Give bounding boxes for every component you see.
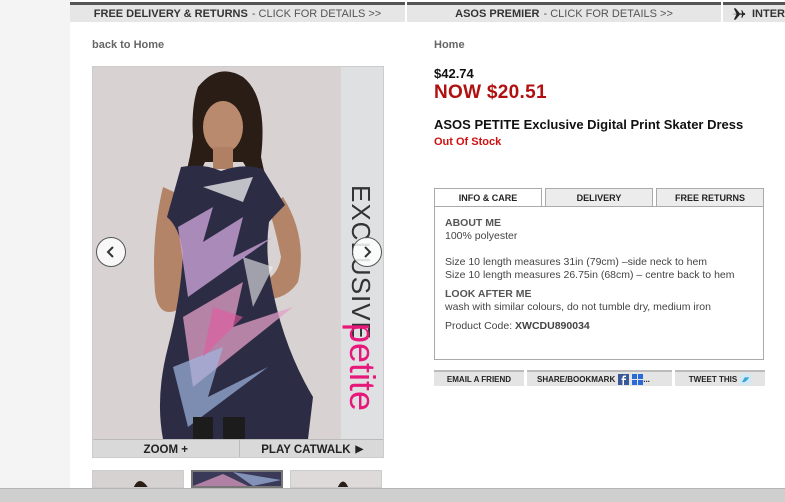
product-code-value: XWCDU890034 <box>515 320 590 332</box>
tab-free-returns[interactable]: FREE RETURNS <box>656 188 764 206</box>
info-care-panel: ABOUT ME 100% polyester Size 10 length m… <box>434 206 764 360</box>
play-catwalk-label: PLAY CATWALK <box>261 443 351 456</box>
thumbnail-photo <box>291 471 381 487</box>
bookmark-more: ... <box>643 374 650 384</box>
bookmark-label: SHARE/BOOKMARK <box>537 374 616 384</box>
tab-delivery[interactable]: DELIVERY <box>545 188 653 206</box>
thumbnail-strip <box>92 470 382 488</box>
windows-icon <box>632 373 644 385</box>
facebook-icon <box>618 373 630 385</box>
thumbnail-photo <box>93 471 183 487</box>
promo-accent-bar <box>90 2 195 5</box>
play-icon: ▶ <box>355 444 364 455</box>
image-controls: ZOOM + PLAY CATWALK ▶ <box>93 439 384 457</box>
promo-premier-label: ASOS PREMIER <box>455 7 540 20</box>
about-heading: ABOUT ME <box>445 217 501 229</box>
sale-price: NOW $20.51 <box>434 82 547 103</box>
horizontal-scrollbar[interactable] <box>0 488 785 502</box>
share-bar: EMAIL A FRIEND SHARE/BOOKMARK ... TWEET … <box>434 370 765 386</box>
share-bookmark-button[interactable]: SHARE/BOOKMARK ... <box>527 370 672 386</box>
size-text-1: Size 10 length measures 31in (79cm) –sid… <box>445 256 708 268</box>
airplane-icon <box>731 7 746 20</box>
tab-info-care[interactable]: INFO & CARE <box>434 188 542 207</box>
breadcrumb-home[interactable]: Home <box>434 39 465 51</box>
size-text-2: Size 10 length measures 26.75in (68cm) –… <box>445 269 735 281</box>
promo-delivery-cta: - CLICK FOR DETAILS >> <box>251 7 382 20</box>
promo-bar: FREE DELIVERY & RETURNS - CLICK FOR DETA… <box>70 0 785 24</box>
stock-status: Out Of Stock <box>434 136 502 148</box>
material-text: 100% polyester <box>445 230 518 242</box>
product-code-label: Product Code: <box>445 320 513 332</box>
free-delivery-promo[interactable]: FREE DELIVERY & RETURNS - CLICK FOR DETA… <box>70 2 405 22</box>
original-price: $42.74 <box>434 66 474 81</box>
chevron-right-icon <box>364 246 372 258</box>
zoom-label: ZOOM + <box>143 443 188 456</box>
email-label: EMAIL A FRIEND <box>446 374 512 384</box>
international-promo[interactable]: INTER <box>723 2 785 22</box>
twitter-icon <box>740 373 752 385</box>
email-a-friend-button[interactable]: EMAIL A FRIEND <box>434 370 524 386</box>
zoom-button[interactable]: ZOOM + <box>93 440 239 457</box>
asos-premier-promo[interactable]: ASOS PREMIER - CLICK FOR DETAILS >> <box>407 2 721 22</box>
promo-intl-label: INTER <box>752 7 785 20</box>
product-photo <box>93 67 341 439</box>
back-to-home-link[interactable]: back to Home <box>92 39 164 51</box>
thumbnail-image[interactable] <box>92 470 184 488</box>
care-heading: LOOK AFTER ME <box>445 288 532 300</box>
next-image-button[interactable] <box>352 237 382 267</box>
promo-delivery-label: FREE DELIVERY & RETURNS <box>93 7 248 20</box>
promo-premier-cta: - CLICK FOR DETAILS >> <box>543 7 673 20</box>
tweet-this-button[interactable]: TWEET THIS <box>675 370 765 386</box>
care-text: wash with similar colours, do not tumble… <box>445 301 711 313</box>
product-tabs: INFO & CARE DELIVERY FREE RETURNS <box>434 188 764 207</box>
product-image-viewer: EXCLUSIVE petite ZOOM + PLAY CATWALK ▶ <box>92 66 384 458</box>
chevron-left-icon <box>106 246 114 258</box>
product-code: Product Code: XWCDU890034 <box>445 320 753 333</box>
thumbnail-image[interactable] <box>191 470 283 488</box>
thumbnail-photo <box>193 472 281 486</box>
banner-petite-text: petite <box>342 323 383 412</box>
previous-image-button[interactable] <box>96 237 126 267</box>
tweet-label: TWEET THIS <box>688 374 738 384</box>
product-title: ASOS PETITE Exclusive Digital Print Skat… <box>434 117 744 132</box>
thumbnail-image[interactable] <box>290 470 382 488</box>
play-catwalk-button[interactable]: PLAY CATWALK ▶ <box>238 440 384 457</box>
